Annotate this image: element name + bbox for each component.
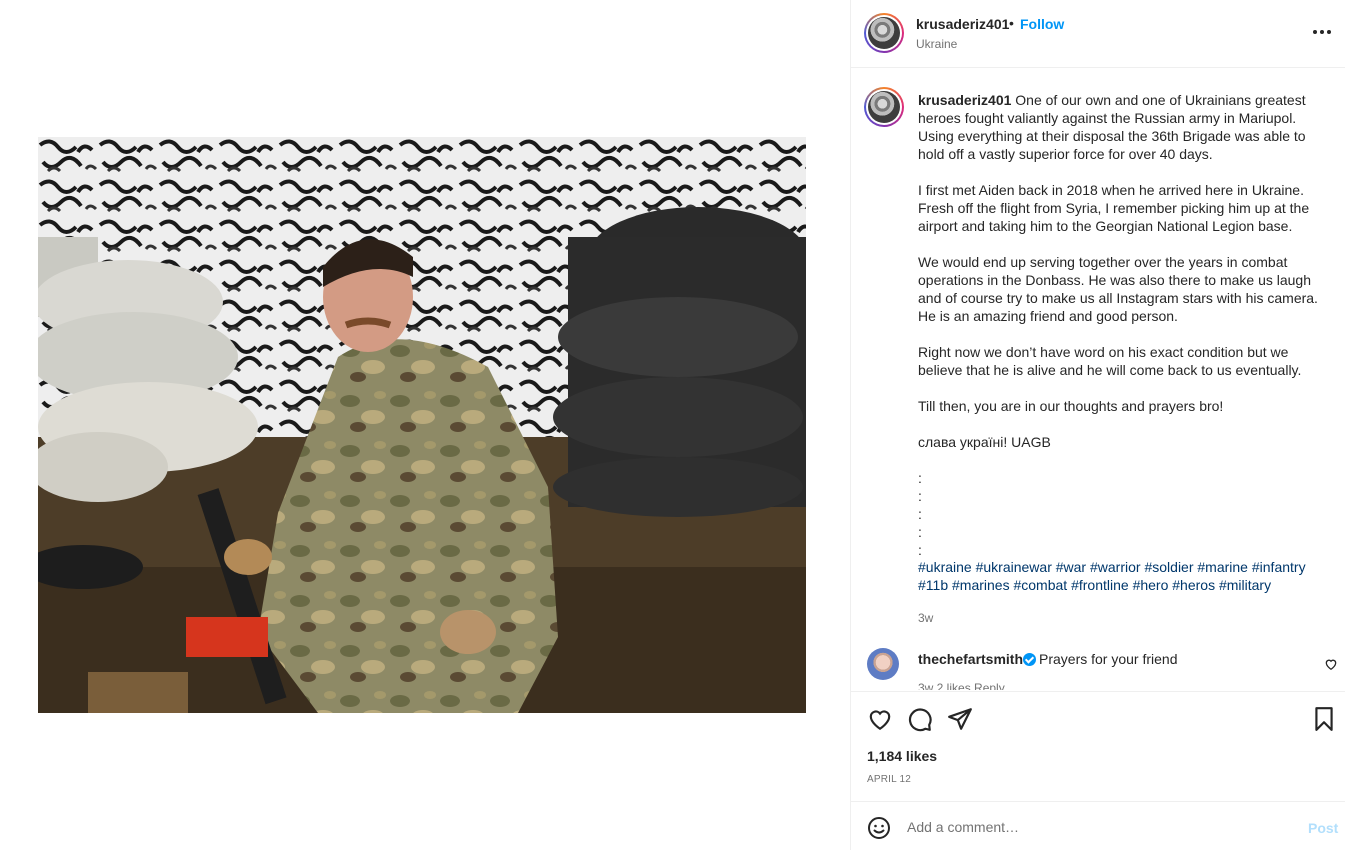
hashtag[interactable]: #war [1056, 559, 1086, 575]
hashtag[interactable]: #heros [1172, 577, 1215, 593]
comment-icon[interactable] [907, 706, 933, 732]
hashtag[interactable]: #military [1219, 577, 1271, 593]
caption-text: One of our own and one of Ukrainians gre… [918, 92, 1318, 558]
author-avatar[interactable] [864, 13, 904, 53]
emoji-icon[interactable] [867, 816, 891, 840]
hashtag[interactable]: #marine [1197, 559, 1248, 575]
post-location[interactable]: Ukraine [916, 37, 957, 51]
commenter-avatar[interactable] [867, 648, 899, 680]
post-date: APRIL 12 [867, 774, 912, 785]
follow-button[interactable]: Follow [1020, 16, 1064, 32]
commenter-username[interactable]: thechefartsmith [918, 651, 1023, 667]
add-comment-bar: Post [851, 801, 1345, 850]
hashtag[interactable]: #ukraine [918, 559, 972, 575]
heart-icon[interactable] [867, 706, 893, 732]
caption-username[interactable]: krusaderiz401 [918, 92, 1011, 108]
post-comment-button[interactable]: Post [1308, 820, 1338, 836]
hashtag[interactable]: #frontline [1071, 577, 1129, 593]
caption-author-avatar[interactable] [864, 87, 904, 127]
separator-dot: • [1009, 15, 1014, 31]
comments-section[interactable]: krusaderiz401 One of our own and one of … [851, 69, 1345, 690]
hashtag[interactable]: #infantry [1252, 559, 1306, 575]
post-sidebar: krusaderiz401 • Follow Ukraine krusaderi… [850, 0, 1345, 850]
verified-badge-icon [1023, 653, 1036, 666]
hashtag[interactable]: #ukrainewar [976, 559, 1052, 575]
hashtag[interactable]: #combat [1013, 577, 1067, 593]
comment-meta: 3w 2 likes Reply [918, 681, 1005, 690]
hashtag[interactable]: #marines [952, 577, 1010, 593]
media-pane [0, 0, 850, 850]
more-options-icon[interactable] [1313, 24, 1333, 40]
author-avatar-image [868, 17, 900, 49]
post-caption: krusaderiz401 One of our own and one of … [918, 91, 1334, 559]
share-icon[interactable] [947, 706, 973, 732]
hashtag[interactable]: #soldier [1144, 559, 1193, 575]
caption-author-avatar-image [868, 91, 900, 123]
author-username[interactable]: krusaderiz401 [916, 16, 1009, 32]
post-actions: 1,184 likes APRIL 12 [851, 691, 1345, 801]
comment-like-heart-icon[interactable] [1324, 657, 1338, 671]
post-header: krusaderiz401 • Follow Ukraine [851, 0, 1345, 68]
hashtag[interactable]: #hero [1133, 577, 1169, 593]
bookmark-icon[interactable] [1311, 706, 1337, 732]
post-photo[interactable] [38, 137, 806, 713]
soldier-photo-illustration [38, 137, 806, 713]
likes-count[interactable]: 1,184 likes [867, 748, 937, 764]
caption-hashtags: #ukraine #ukrainewar #war #warrior #sold… [918, 558, 1334, 594]
caption-age[interactable]: 3w [918, 611, 933, 625]
add-comment-input[interactable] [907, 814, 1287, 840]
hashtag[interactable]: #11b [918, 577, 948, 593]
hashtag[interactable]: #warrior [1090, 559, 1141, 575]
comment-text: Prayers for your friend [1039, 651, 1178, 667]
